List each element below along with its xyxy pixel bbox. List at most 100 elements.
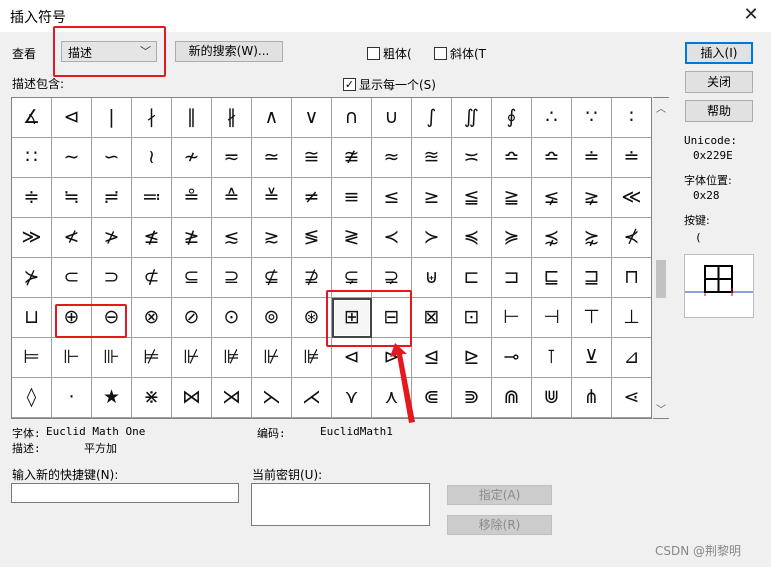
symbol-cell[interactable]: ⊸ (492, 338, 532, 378)
symbol-cell[interactable]: ≮ (52, 218, 92, 258)
remove-button[interactable]: 移除(R) (447, 515, 552, 535)
symbol-cell[interactable]: ≲ (212, 218, 252, 258)
symbol-cell[interactable]: ∤ (132, 98, 172, 138)
symbol-cell[interactable]: ∽ (92, 138, 132, 178)
close-button[interactable]: 关闭 (685, 71, 753, 93)
symbol-cell[interactable]: ⊑ (532, 258, 572, 298)
symbol-cell[interactable]: ≇ (332, 138, 372, 178)
symbol-cell[interactable]: ⊠ (412, 298, 452, 338)
assign-button[interactable]: 指定(A) (447, 485, 552, 505)
symbol-cell[interactable]: ⊄ (132, 258, 172, 298)
symbol-cell[interactable]: · (52, 378, 92, 418)
symbol-cell[interactable]: ⊘ (172, 298, 212, 338)
symbol-cell[interactable]: ∪ (372, 98, 412, 138)
symbol-cell[interactable]: ⊡ (452, 298, 492, 338)
symbol-cell[interactable]: ⊻ (572, 338, 612, 378)
symbol-cell[interactable]: ⋨ (532, 218, 572, 258)
show-each-checkbox[interactable]: ✓ (343, 78, 356, 91)
symbol-cell[interactable]: ⊲ (52, 98, 92, 138)
symbol-cell[interactable]: | (92, 98, 132, 138)
symbol-cell[interactable]: ≃ (252, 138, 292, 178)
symbol-cell[interactable]: ⪈ (572, 178, 612, 218)
symbol-cell[interactable]: ⊓ (612, 258, 651, 298)
scroll-down-icon[interactable]: ﹀ (653, 401, 669, 416)
symbol-cell[interactable]: ≱ (172, 218, 212, 258)
symbol-cell[interactable]: ⊁ (12, 258, 52, 298)
symbol-cell[interactable]: ≍ (452, 138, 492, 178)
symbol-cell[interactable]: ≏ (532, 138, 572, 178)
symbol-cell[interactable]: ≗ (172, 178, 212, 218)
symbol-cell[interactable]: ⊭ (132, 338, 172, 378)
symbol-cell[interactable]: ∩ (332, 98, 372, 138)
scroll-thumb[interactable] (656, 260, 666, 298)
symbol-cell[interactable]: ≽ (492, 218, 532, 258)
symbol-cell[interactable]: ∵ (572, 98, 612, 138)
symbol-cell[interactable]: ∡ (12, 98, 52, 138)
symbol-cell[interactable]: ∥ (172, 98, 212, 138)
symbol-cell[interactable]: ⊃ (92, 258, 132, 298)
symbol-cell[interactable]: ≕ (132, 178, 172, 218)
symbol-cell[interactable]: ⊐ (492, 258, 532, 298)
symbol-cell[interactable]: ⊇ (212, 258, 252, 298)
symbol-cell[interactable]: ⋌ (292, 378, 332, 418)
symbol-cell[interactable]: ∫ (412, 98, 452, 138)
symbol-cell[interactable]: ≂ (212, 138, 252, 178)
symbol-cell[interactable]: ≊ (412, 138, 452, 178)
grid-scrollbar[interactable]: ︿ ﹀ (653, 97, 669, 419)
symbol-cell[interactable]: ⊯ (212, 338, 252, 378)
symbol-cell[interactable]: ∶ (612, 98, 651, 138)
new-search-button[interactable]: 新的搜索(W)... (175, 41, 283, 62)
symbol-cell[interactable]: ≐ (612, 138, 651, 178)
symbol-cell[interactable]: ≏ (492, 138, 532, 178)
symbol-cell[interactable]: ∴ (532, 98, 572, 138)
symbol-cell[interactable]: ⊈ (252, 258, 292, 298)
scroll-up-icon[interactable]: ︿ (653, 100, 669, 115)
symbol-cell[interactable]: ⊺ (532, 338, 572, 378)
symbol-cell[interactable]: ≤ (372, 178, 412, 218)
bold-checkbox[interactable] (367, 47, 380, 60)
symbol-cell[interactable]: ⊙ (212, 298, 252, 338)
symbol-cell[interactable]: ≦ (452, 178, 492, 218)
symbol-cell[interactable]: ⊵ (452, 338, 492, 378)
symbol-cell[interactable]: ≶ (292, 218, 332, 258)
symbol-cell[interactable]: ≙ (212, 178, 252, 218)
symbol-cell[interactable]: ≰ (132, 218, 172, 258)
symbol-cell[interactable]: ≑ (12, 178, 52, 218)
symbol-cell[interactable]: ⊪ (92, 338, 132, 378)
symbol-cell[interactable]: ⊚ (252, 298, 292, 338)
symbol-cell[interactable]: ∼ (52, 138, 92, 178)
symbol-cell[interactable]: ≺ (372, 218, 412, 258)
symbol-cell[interactable]: ⋋ (252, 378, 292, 418)
italic-checkbox[interactable] (434, 47, 447, 60)
symbol-cell[interactable]: ≼ (452, 218, 492, 258)
current-key-list[interactable] (251, 483, 430, 526)
symbol-cell[interactable]: ≷ (332, 218, 372, 258)
symbol-cell[interactable]: ⊂ (52, 258, 92, 298)
symbol-cell[interactable]: ≧ (492, 178, 532, 218)
symbol-cell[interactable]: ≒ (52, 178, 92, 218)
help-button[interactable]: 帮助 (685, 100, 753, 122)
symbol-cell[interactable]: ≯ (92, 218, 132, 258)
symbol-cell[interactable]: ⋎ (332, 378, 372, 418)
symbol-cell[interactable]: ≁ (172, 138, 212, 178)
symbol-cell[interactable]: ⊔ (12, 298, 52, 338)
symbol-cell[interactable]: ⋖ (612, 378, 651, 418)
symbol-cell[interactable]: ⋒ (492, 378, 532, 418)
symbol-cell[interactable]: ∨ (292, 98, 332, 138)
symbol-cell[interactable]: ≡ (332, 178, 372, 218)
close-icon[interactable]: ✕ (740, 3, 762, 27)
symbol-cell[interactable]: ≥ (412, 178, 452, 218)
symbol-cell[interactable]: ∧ (252, 98, 292, 138)
symbol-cell[interactable]: ⊏ (452, 258, 492, 298)
symbol-cell[interactable]: ⋔ (572, 378, 612, 418)
symbol-cell[interactable]: ≚ (252, 178, 292, 218)
symbol-cell[interactable]: ⋓ (532, 378, 572, 418)
symbol-cell[interactable]: ≠ (292, 178, 332, 218)
symbol-cell[interactable]: ∷ (12, 138, 52, 178)
new-shortcut-input[interactable] (11, 483, 239, 503)
symbol-cell[interactable]: ≫ (12, 218, 52, 258)
symbol-cell[interactable]: ⊮ (252, 338, 292, 378)
symbol-cell[interactable]: ⋈ (172, 378, 212, 418)
symbol-cell[interactable]: ★ (92, 378, 132, 418)
symbol-cell[interactable]: ⪇ (532, 178, 572, 218)
